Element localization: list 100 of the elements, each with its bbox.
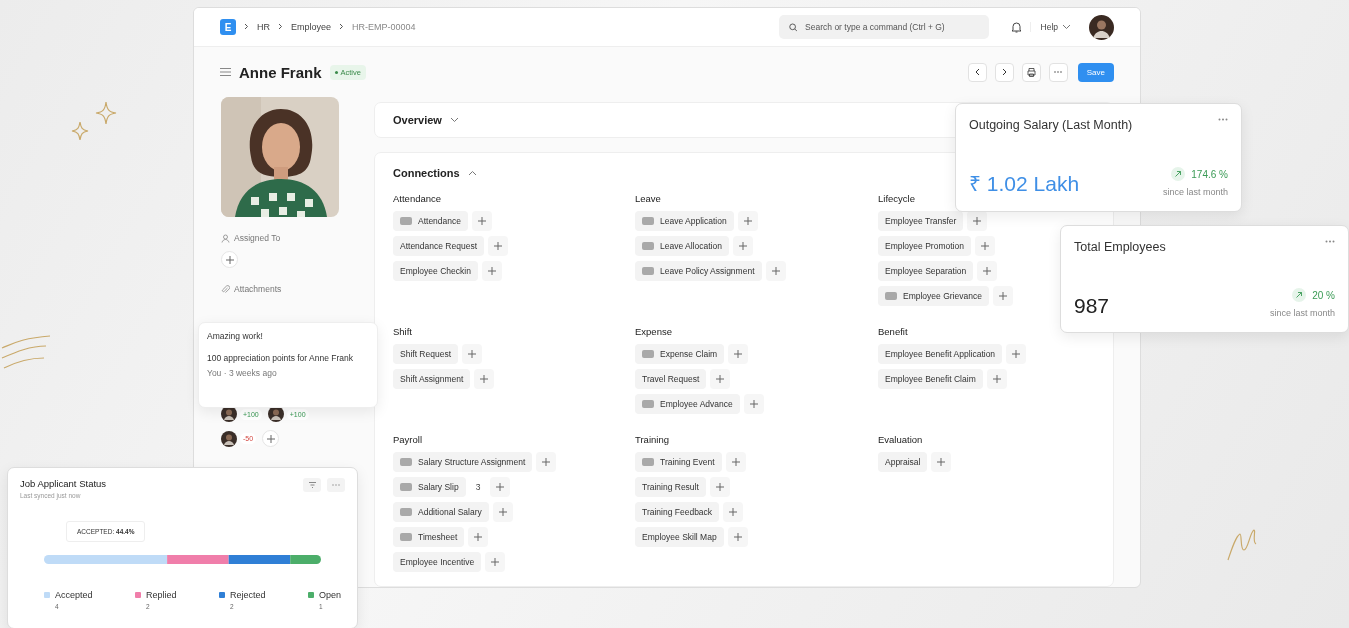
add-button[interactable] — [492, 502, 513, 522]
add-appreciation-button[interactable] — [262, 430, 280, 447]
add-button[interactable] — [725, 452, 746, 472]
connection-link[interactable]: Leave Application — [635, 211, 734, 231]
trend-up-icon — [1292, 288, 1307, 302]
chevron-down-icon[interactable] — [449, 117, 459, 123]
connection-link[interactable]: Training Feedback — [635, 502, 720, 522]
add-button[interactable] — [737, 211, 758, 231]
add-button[interactable] — [732, 236, 753, 256]
breadcrumb-link[interactable]: HR-EMP-00004 — [352, 22, 416, 32]
add-button[interactable] — [765, 261, 786, 281]
connection-link[interactable]: Expense Claim — [635, 344, 725, 364]
help-dropdown[interactable]: Help — [1029, 22, 1081, 32]
connection-link[interactable]: Shift Assignment — [393, 369, 471, 389]
add-button[interactable] — [536, 452, 557, 472]
plus-icon — [468, 350, 477, 358]
breadcrumb-link[interactable]: Employee — [291, 22, 332, 32]
add-button[interactable] — [474, 369, 495, 389]
add-button[interactable] — [710, 369, 731, 389]
connection-link[interactable]: Leave Allocation — [635, 236, 729, 256]
plus-icon — [734, 350, 743, 358]
group-title: Lifecycle — [878, 193, 916, 204]
add-button[interactable] — [485, 552, 506, 572]
connection-link[interactable]: Employee Promotion — [878, 236, 971, 256]
section-title: Connections — [393, 167, 460, 179]
connection-link[interactable]: Timesheet — [393, 527, 465, 547]
avatar-icon — [221, 430, 237, 447]
connection-link[interactable]: Employee Grievance — [878, 286, 989, 306]
section-title: Overview — [393, 114, 442, 126]
add-button[interactable] — [490, 477, 511, 497]
attachments-label: Attachments — [234, 284, 282, 294]
plus-icon — [494, 242, 503, 250]
breadcrumb-link[interactable]: HR — [257, 22, 270, 32]
more-button[interactable] — [327, 478, 345, 492]
connection-link[interactable]: Employee Benefit Claim — [878, 369, 983, 389]
stat-value: 987 — [1074, 294, 1110, 318]
print-button[interactable] — [1021, 62, 1041, 82]
more-button[interactable] — [1048, 62, 1068, 82]
add-button[interactable] — [986, 369, 1007, 389]
connection-link[interactable]: Employee Transfer — [878, 211, 964, 231]
chevron-down-icon[interactable] — [1062, 24, 1071, 30]
connection-link[interactable]: Training Result — [635, 477, 706, 497]
more-icon[interactable] — [1325, 240, 1335, 243]
connection-link[interactable]: Shift Request — [393, 344, 459, 364]
popover-message: 100 appreciation points for Anne Frank — [207, 353, 354, 365]
connection-link[interactable]: Training Event — [635, 452, 722, 472]
connection-link[interactable]: Employee Incentive — [393, 552, 482, 572]
connection-link[interactable]: Appraisal — [878, 452, 928, 472]
add-button[interactable] — [974, 236, 995, 256]
previous-button[interactable] — [967, 62, 987, 82]
bell-icon[interactable] — [1010, 21, 1022, 33]
add-button[interactable] — [743, 394, 764, 414]
menu-icon[interactable] — [220, 68, 231, 76]
filter-icon — [308, 482, 316, 488]
add-button[interactable] — [723, 502, 744, 522]
connection-link[interactable]: Attendance Request — [393, 236, 485, 256]
next-button[interactable] — [994, 62, 1014, 82]
add-button[interactable] — [472, 211, 492, 231]
connection-link[interactable]: Additional Salary — [393, 502, 489, 522]
connection-link[interactable]: Travel Request — [635, 369, 707, 389]
filter-button[interactable] — [303, 478, 321, 492]
card-title: Job Applicant Status — [20, 478, 107, 489]
avatar-icon[interactable] — [1089, 14, 1114, 40]
plus-icon — [480, 375, 489, 383]
group-title: Benefit — [878, 326, 909, 337]
connection-link[interactable]: Employee Separation — [878, 261, 974, 281]
plus-icon — [498, 508, 507, 516]
add-button[interactable] — [728, 344, 749, 364]
chevron-up-icon[interactable] — [467, 170, 477, 176]
add-button[interactable] — [488, 236, 509, 256]
group-title: Attendance — [393, 193, 443, 204]
add-button[interactable] — [727, 527, 748, 547]
add-button[interactable] — [709, 477, 730, 497]
add-button[interactable] — [468, 527, 489, 547]
connection-link[interactable]: Attendance — [393, 211, 468, 231]
card-title: Outgoing Salary (Last Month) — [969, 118, 1133, 132]
connection-link[interactable]: Employee Advance — [635, 394, 740, 414]
add-button[interactable] — [967, 211, 988, 231]
add-assignee-button[interactable] — [221, 251, 238, 268]
connection-link[interactable]: Salary Slip — [393, 477, 466, 497]
plus-icon — [225, 255, 234, 264]
connection-link[interactable]: Salary Structure Assignment — [393, 452, 533, 472]
plus-icon — [998, 292, 1007, 300]
search-input[interactable]: Search or type a command (Ctrl + G) — [803, 21, 979, 33]
add-button[interactable] — [992, 286, 1013, 306]
connection-link[interactable]: Employee Benefit Application — [878, 344, 1003, 364]
add-button[interactable] — [977, 261, 998, 281]
group-title: Training — [635, 434, 670, 445]
add-button[interactable] — [462, 344, 483, 364]
connection-link[interactable]: Leave Policy Assignment — [635, 261, 762, 281]
add-button[interactable] — [1006, 344, 1027, 364]
group-title: Payroll — [393, 434, 424, 445]
connection-link[interactable]: Employee Skill Map — [635, 527, 724, 547]
chevron-right-icon — [244, 23, 249, 30]
add-button[interactable] — [481, 261, 502, 281]
plus-icon — [716, 375, 725, 383]
more-icon[interactable] — [1218, 118, 1228, 121]
add-button[interactable] — [931, 452, 952, 472]
search-field[interactable]: Search or type a command (Ctrl + G) — [778, 15, 989, 39]
connection-link[interactable]: Employee Checkin — [393, 261, 478, 281]
